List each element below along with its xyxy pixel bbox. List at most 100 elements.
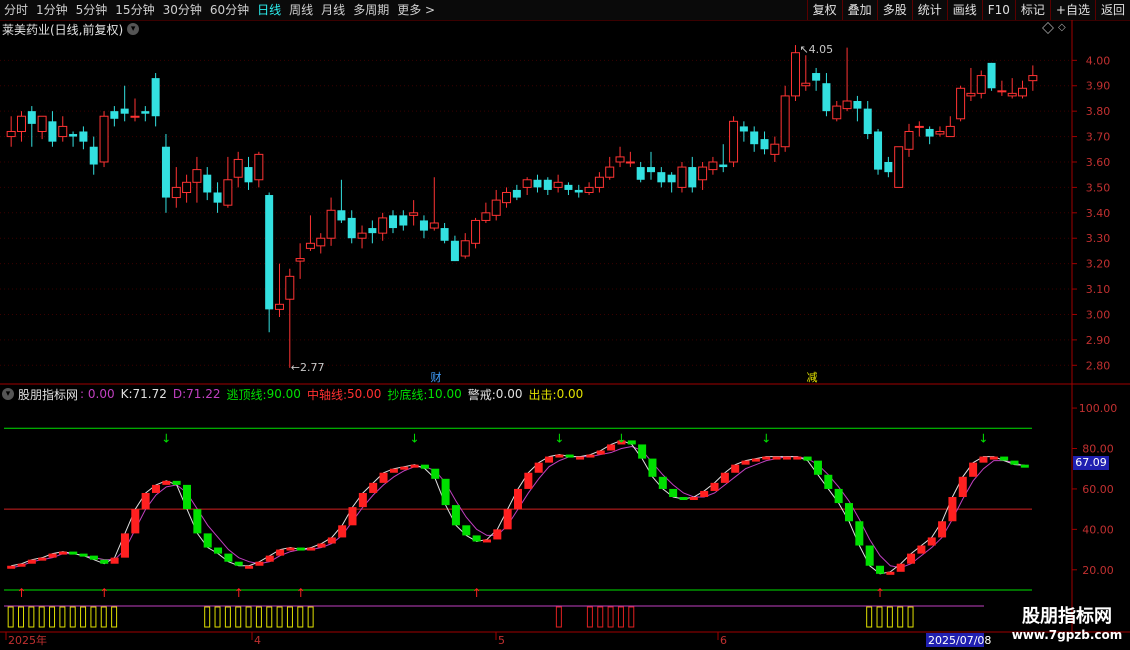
signal-bar <box>38 606 45 628</box>
candle-body-up <box>285 275 295 300</box>
price-tick-label: 3.00 <box>1086 308 1111 321</box>
toolbar-button-2[interactable]: 多股 <box>876 0 912 20</box>
chevron-down-icon[interactable]: ▾ <box>127 23 140 35</box>
kd-bar-up <box>503 509 512 530</box>
candle-body-up <box>58 125 68 138</box>
kd-bar-up <box>896 563 905 572</box>
kd-bar-down <box>214 547 223 554</box>
kd-bar-up <box>751 458 760 462</box>
kd-bar-up <box>607 444 616 451</box>
candle-body-down <box>739 126 748 132</box>
candle-body-up <box>378 217 388 234</box>
toolbar-button-4[interactable]: 画线 <box>946 0 982 20</box>
kd-bar-up <box>969 462 978 477</box>
period-tab-7[interactable]: 周线 <box>285 0 317 20</box>
candle-body-down <box>203 174 212 193</box>
candle-body-up <box>997 90 1007 93</box>
kd-bar-up <box>938 521 947 538</box>
toolbar-button-3[interactable]: 统计 <box>911 0 947 20</box>
toolbar-button-1[interactable]: 叠加 <box>841 0 877 20</box>
signal-bar <box>204 606 211 628</box>
event-marker-reduce: 减 <box>807 371 818 384</box>
low-price-label: ←2.77 <box>291 361 325 374</box>
period-tab-5[interactable]: 60分钟 <box>206 0 253 20</box>
signal-bar <box>28 606 35 628</box>
candle-body-up <box>708 161 718 171</box>
toolbar-button-8[interactable]: 返回 <box>1094 0 1130 20</box>
kd-bar-down <box>844 503 853 522</box>
period-tab-9[interactable]: 多周期 <box>349 0 393 20</box>
candle-body-up <box>274 303 284 310</box>
candle-body-down <box>543 179 552 190</box>
candle-body-up <box>698 166 708 181</box>
candle-body-up <box>357 232 367 239</box>
candle-body-up <box>429 222 439 229</box>
kd-bar-down <box>876 565 885 574</box>
kd-bar-down <box>462 525 471 536</box>
candle-body-down <box>337 210 346 221</box>
signal-bar <box>276 606 283 628</box>
candle-body-down <box>688 167 697 188</box>
toolbar-button-6[interactable]: 标记 <box>1014 0 1050 20</box>
period-tab-8[interactable]: 月线 <box>317 0 349 20</box>
kd-bar-up <box>514 488 522 510</box>
signal-bar <box>224 606 231 628</box>
candle-body-down <box>141 111 150 114</box>
kd-bar-up <box>782 456 791 460</box>
buy-arrow-icon: ↑ <box>875 586 885 600</box>
kd-bar-up <box>7 565 16 569</box>
candle-body-down <box>750 131 759 145</box>
expand-icon[interactable]: ◇ <box>1058 22 1066 33</box>
kd-bar-up <box>141 492 150 510</box>
price-tick-label: 2.90 <box>1086 334 1111 347</box>
kd-bar-down <box>431 468 440 479</box>
kd-bar-up <box>369 482 378 493</box>
period-tab-4[interactable]: 30分钟 <box>159 0 206 20</box>
kd-bar-down <box>472 535 481 542</box>
candle-body-down <box>636 167 645 180</box>
candle-body-down <box>564 184 573 190</box>
diamond-icon[interactable] <box>1042 22 1054 34</box>
candle-body-down <box>389 215 397 229</box>
candle-body-up <box>832 105 842 120</box>
kd-bar-up <box>772 456 781 460</box>
candle-body-down <box>151 78 160 117</box>
kd-bar-down <box>451 505 460 526</box>
candle-body-up <box>842 100 852 110</box>
period-tab-3[interactable]: 15分钟 <box>111 0 158 20</box>
kd-bar-up <box>17 563 26 567</box>
candle-body-up <box>956 87 966 120</box>
kd-bar-down <box>803 456 812 461</box>
kd-bar-up <box>110 557 119 564</box>
period-tab-1[interactable]: 1分钟 <box>32 0 72 20</box>
chevron-down-icon[interactable]: ▾ <box>2 388 14 400</box>
toolbar-button-7[interactable]: +自选 <box>1049 0 1095 20</box>
signal-bar <box>586 606 593 628</box>
kd-bar-down <box>100 559 109 564</box>
signal-bar <box>90 606 97 628</box>
candle-body-down <box>79 131 88 142</box>
candle-body-down <box>161 146 170 198</box>
toolbar-button-5[interactable]: F10 <box>981 0 1015 20</box>
kd-bar-up <box>958 476 967 498</box>
signal-bar <box>18 606 25 628</box>
period-tab-10[interactable]: 更多 > <box>393 0 439 20</box>
candle-body-up <box>914 125 924 128</box>
cursor-date: 2025/07/08 <box>928 634 991 647</box>
candle-body-down <box>719 164 728 168</box>
period-tab-2[interactable]: 5分钟 <box>72 0 112 20</box>
candle-body-up <box>326 209 336 239</box>
ind-tick-label: 80.00 <box>1082 442 1114 455</box>
stock-title-bar: 莱美药业(日线,前复权) ▾ <box>2 21 140 37</box>
period-tab-0[interactable]: 分时 <box>0 0 32 20</box>
candle-body-down <box>69 134 78 137</box>
toolbar-button-0[interactable]: 复权 <box>806 0 842 20</box>
kd-bar-up <box>689 497 698 501</box>
candle-body-up <box>966 92 976 97</box>
candle-body-down <box>244 167 253 183</box>
high-price-label: ↖4.05 <box>799 43 833 56</box>
candle-body-up <box>471 219 481 244</box>
buy-arrow-icon: ↑ <box>296 586 306 600</box>
k-line <box>11 439 1025 575</box>
period-tab-6[interactable]: 日线 <box>253 0 285 20</box>
